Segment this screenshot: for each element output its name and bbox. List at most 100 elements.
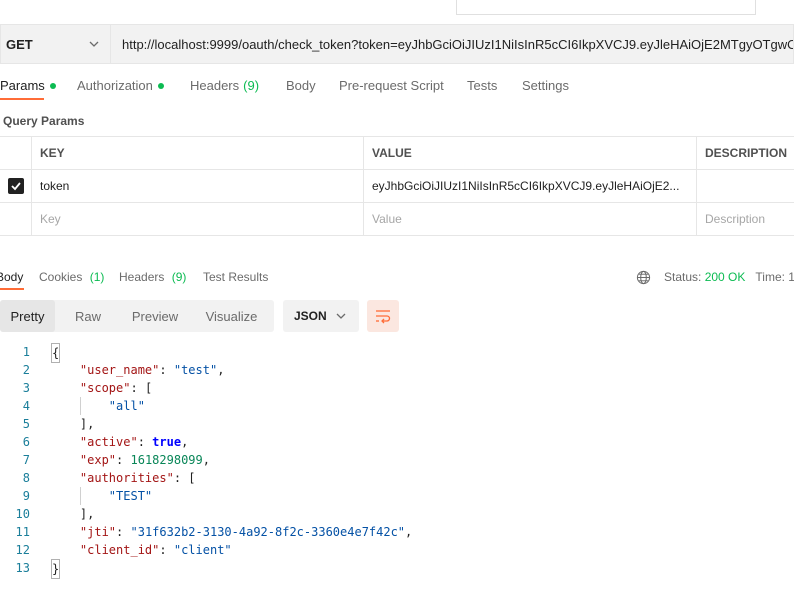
tab-authorization[interactable]: Authorization [77,78,164,93]
response-body[interactable]: 1{ 2 "user_name": "test", 3 "scope": [ 4… [0,343,794,579]
param-checkbox[interactable] [7,178,24,194]
tab-params[interactable]: Params [0,78,56,93]
table-row-empty: Key Value Description [0,203,794,236]
resp-tab-headers[interactable]: Headers (9) [119,270,186,284]
code-line: 5 ], [0,415,794,433]
status-label: Status: [664,270,702,284]
code-line: 10 ], [0,505,794,523]
time-label[interactable]: Time: 1 [755,270,794,284]
header-check-cell [0,137,31,169]
resp-active-underline [0,288,24,290]
code-text: "exp": 1618298099, [79,453,210,467]
code-line: 1{ [0,343,794,363]
header-value: VALUE [363,137,696,169]
format-label: JSON [294,309,327,323]
code-text: "authorities": [ [79,471,196,485]
resp-tab-body-label: Body [0,270,24,284]
status-info: Status: 200 OK Time: 1 [664,270,794,284]
line-number: 3 [22,381,30,395]
wrap-lines-button[interactable] [367,300,399,332]
line-number: 8 [22,471,30,485]
resp-tab-body[interactable]: Body [0,270,23,284]
tab-pre-request-script-label: Pre-request Script [339,78,444,93]
tab-tests[interactable]: Tests [467,78,497,93]
code-line: 6 "active": true, [0,433,794,451]
code-line: 4 "all" [0,397,794,415]
code-line: 13} [0,559,794,579]
code-text: } [51,559,61,579]
tab-pre-request-script[interactable]: Pre-request Script [339,78,444,93]
line-number: 9 [22,489,30,503]
tab-headers[interactable]: Headers (9) [190,78,259,93]
empty-check-cell [0,203,31,235]
response-tabs: Body Cookies (1) Headers (9) Test Result… [0,268,794,290]
view-visualize-button[interactable]: Visualize [189,300,274,332]
resp-tab-headers-count: (9) [171,270,187,284]
code-line: 7 "exp": 1618298099, [0,451,794,469]
tab-params-label: Params [0,78,45,93]
status-value[interactable]: 200 OK [705,270,746,284]
resp-tab-cookies-label: Cookies [39,270,83,284]
resp-tab-test-results-label: Test Results [203,270,269,284]
url-text: http://localhost:9999/oauth/check_token?… [122,36,794,52]
resp-tab-cookies[interactable]: Cookies (1) [39,270,104,284]
top-bar-stub-box [456,0,756,15]
code-line: 12 "client_id": "client" [0,541,794,559]
code-text: "user_name": "test", [79,363,225,377]
view-preview-button[interactable]: Preview [121,300,189,332]
code-text: { [51,343,61,363]
request-tabs: Params Authorization Headers (9) Body Pre… [0,78,794,100]
view-mode-segment: Pretty Raw Preview Visualize [0,300,274,332]
url-bar: GET http://localhost:9999/oauth/check_to… [0,24,794,64]
wrap-lines-icon [376,310,391,324]
globe-icon[interactable] [636,270,651,285]
tab-body-label: Body [286,78,316,93]
check-icon [10,182,21,191]
tab-tests-label: Tests [467,78,498,93]
line-number: 6 [22,435,30,449]
method-select[interactable]: GET [0,24,110,64]
code-line: 8 "authorities": [ [0,469,794,487]
query-params-title: Query Params [3,114,85,128]
code-text: "jti": "31f632b2-3130-4a92-8f2c-3360e4e7… [79,525,413,539]
key-placeholder[interactable]: Key [31,203,363,235]
line-number: 2 [22,363,30,377]
header-description: DESCRIPTION [696,137,794,169]
tab-authorization-dot [157,82,164,89]
value-placeholder[interactable]: Value [363,203,696,235]
header-key: KEY [31,137,363,169]
chevron-down-icon [89,41,99,47]
line-number: 1 [22,345,30,359]
view-raw-button[interactable]: Raw [55,300,121,332]
code-text: "all" [108,399,145,413]
code-text: ], [51,507,95,521]
line-number: 5 [22,417,30,431]
resp-tab-test-results[interactable]: Test Results [203,270,268,284]
tab-headers-label: Headers [190,78,240,93]
method-label: GET [6,36,33,52]
format-select[interactable]: JSON [283,300,359,332]
top-bar-stub [0,0,794,16]
code-line: 9 "TEST" [0,487,794,505]
tab-params-dot [49,82,56,89]
description-placeholder[interactable]: Description [696,203,794,235]
row-check-cell [0,170,31,202]
tab-settings[interactable]: Settings [522,78,569,93]
tab-body[interactable]: Body [286,78,316,93]
line-number: 11 [15,525,30,539]
param-description-cell[interactable] [696,170,794,202]
view-pretty-button[interactable]: Pretty [0,300,55,332]
param-key-cell[interactable]: token [31,170,363,202]
url-input[interactable]: http://localhost:9999/oauth/check_token?… [110,24,794,64]
code-text: ], [51,417,95,431]
code-text: "scope": [ [79,381,153,395]
line-number: 13 [15,561,30,575]
code-text: "client_id": "client" [79,543,232,557]
line-number: 10 [15,507,30,521]
code-line: 3 "scope": [ [0,379,794,397]
line-number: 12 [15,543,30,557]
param-value-cell[interactable]: eyJhbGciOiJIUzI1NiIsInR5cCI6IkpXVCJ9.eyJ… [363,170,696,202]
table-header-row: KEY VALUE DESCRIPTION [0,136,794,170]
chevron-down-icon [336,313,346,319]
resp-tab-cookies-count: (1) [89,270,105,284]
